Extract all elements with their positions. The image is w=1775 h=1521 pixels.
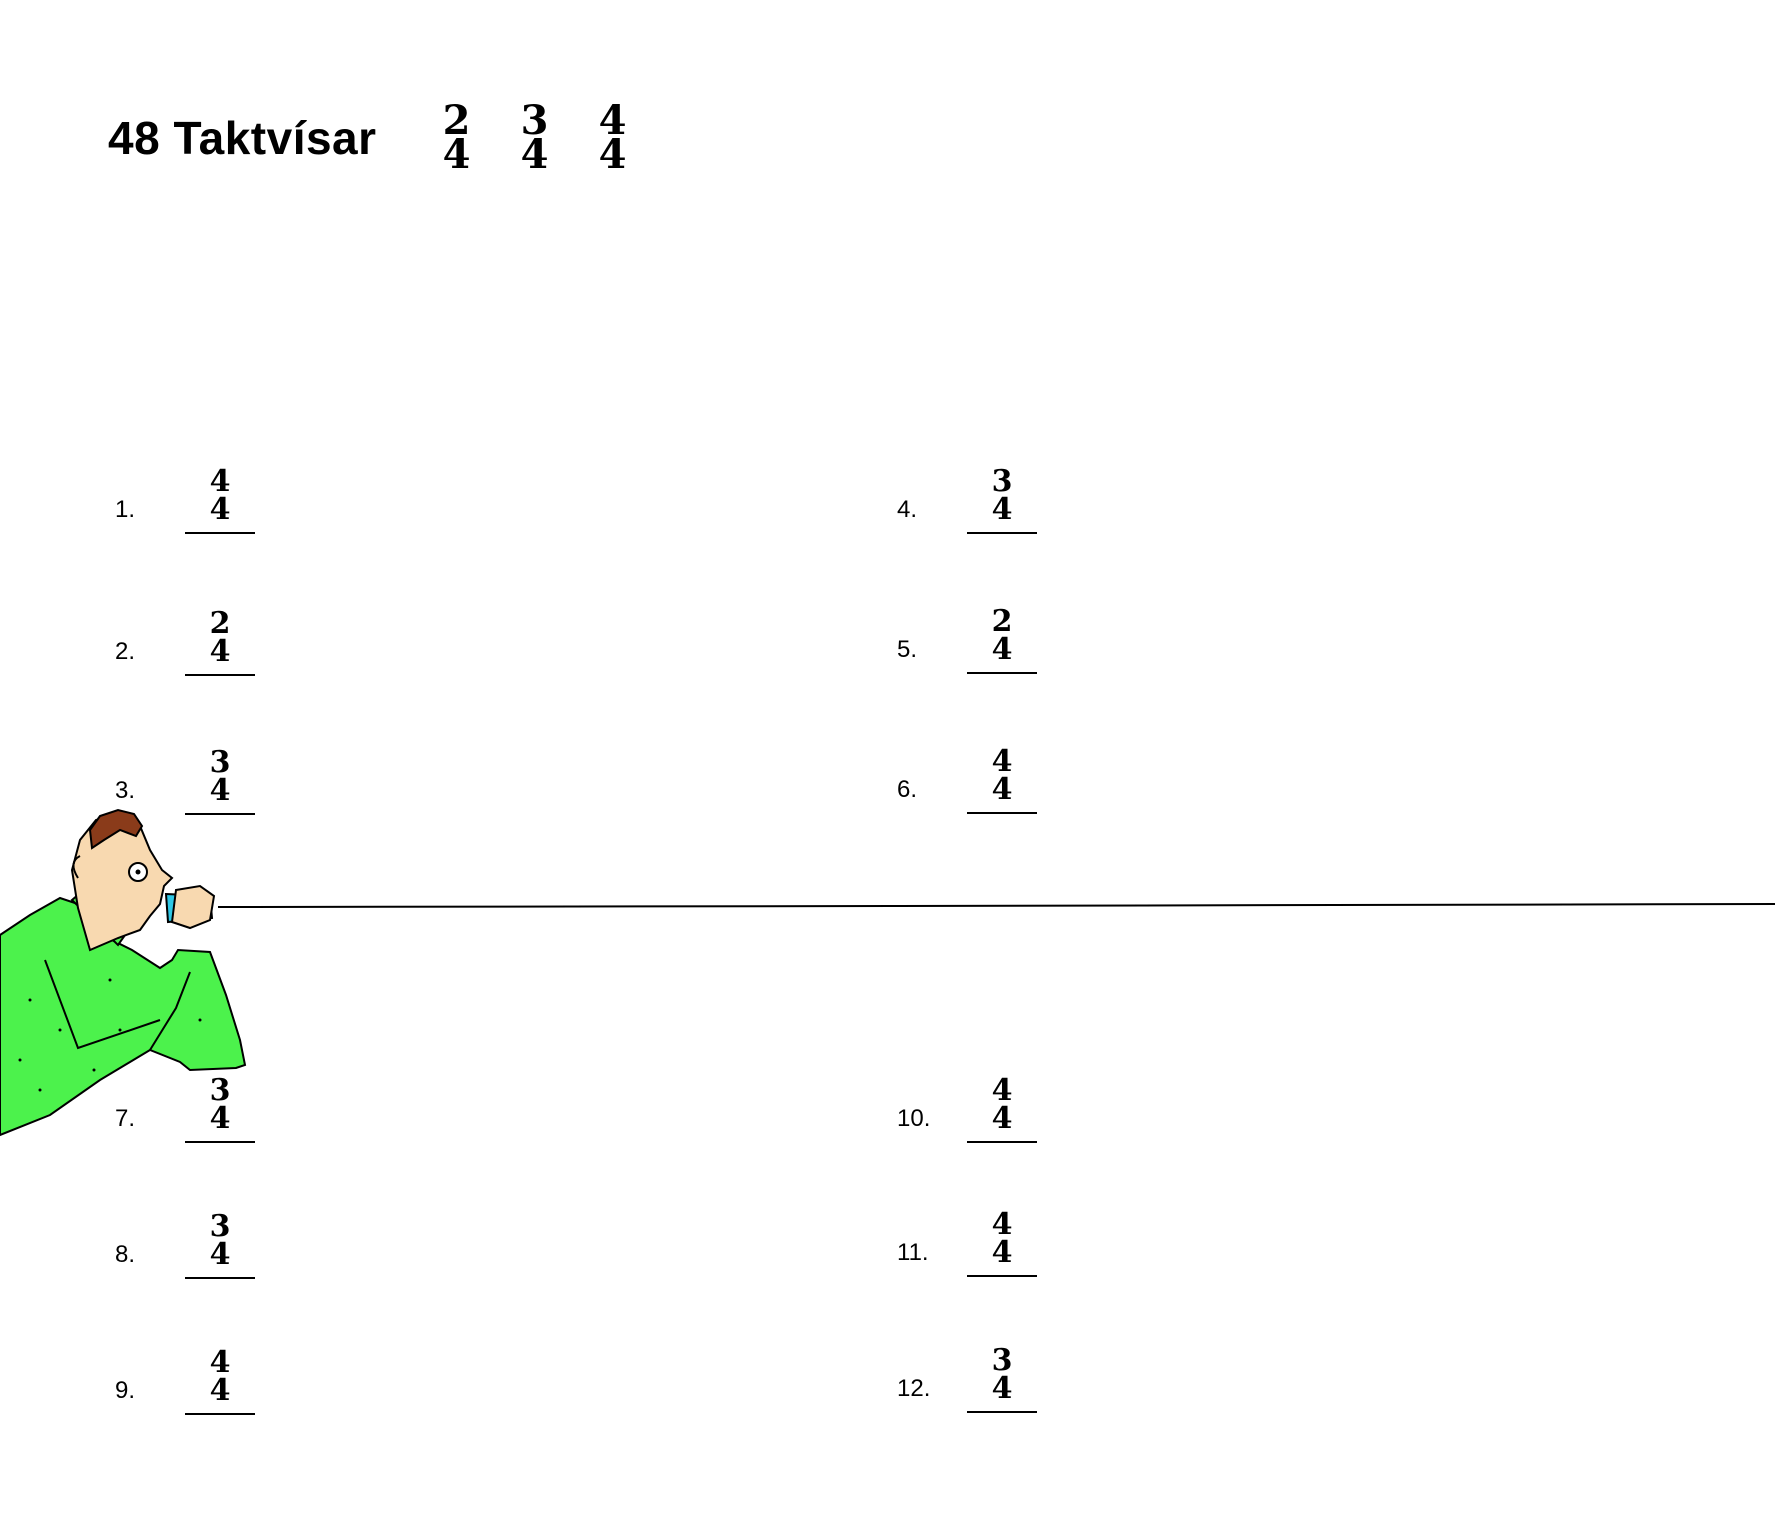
page-title: 48 Taktvísar <box>108 112 377 164</box>
title-time-signature: 3 4 <box>509 101 561 178</box>
time-signature: 3 4 <box>967 1346 1037 1406</box>
hand <box>170 884 216 930</box>
exercise-number: 5. <box>897 636 918 663</box>
tin-can-telephone-illustration <box>0 808 1775 1137</box>
exercise-number: 9. <box>115 1377 136 1404</box>
telephone-string <box>217 903 1775 908</box>
time-sig-bottom: 4 <box>209 1237 231 1272</box>
exercise-number: 8. <box>115 1241 136 1268</box>
time-signature: 4 4 <box>185 467 255 527</box>
exercise-number: 12. <box>897 1375 931 1402</box>
title-time-signature: 4 4 <box>587 101 639 178</box>
time-sig-bottom: 4 <box>991 492 1013 527</box>
time-signature: 2 4 <box>967 607 1037 667</box>
answer-line[interactable] <box>967 1275 1037 1277</box>
answer-line[interactable] <box>967 1411 1037 1413</box>
time-signature: 3 4 <box>185 748 255 806</box>
answer-line[interactable] <box>185 1413 255 1415</box>
pupil <box>135 869 141 875</box>
title-time-signature: 2 4 <box>431 101 483 178</box>
title-row: 48 Taktvísar 2 4 3 4 4 4 <box>108 98 665 178</box>
title-sig-bottom: 4 <box>520 131 549 178</box>
answer-line[interactable] <box>185 1141 255 1143</box>
title-sig-bottom: 4 <box>442 131 471 178</box>
time-signature: 3 4 <box>967 467 1037 527</box>
answer-line[interactable] <box>185 532 255 534</box>
time-sig-bottom: 4 <box>991 1371 1013 1406</box>
time-signature: 4 4 <box>967 1210 1037 1270</box>
answer-line[interactable] <box>967 672 1037 674</box>
exercise-number: 2. <box>115 638 136 665</box>
time-sig-bottom: 4 <box>209 634 231 669</box>
answer-line[interactable] <box>185 1277 255 1279</box>
time-signature: 4 4 <box>967 747 1037 805</box>
answer-line[interactable] <box>967 532 1037 534</box>
title-sig-bottom: 4 <box>598 131 627 178</box>
answer-line[interactable] <box>185 674 255 676</box>
time-signature: 4 4 <box>185 1348 255 1408</box>
time-sig-bottom: 4 <box>991 632 1013 667</box>
answer-line[interactable] <box>967 1141 1037 1143</box>
exercise-number: 1. <box>115 496 136 523</box>
time-signature: 2 4 <box>185 609 255 669</box>
time-sig-bottom: 4 <box>209 492 231 527</box>
time-sig-bottom: 4 <box>991 1235 1013 1270</box>
time-signature: 3 4 <box>185 1212 255 1272</box>
exercise-number: 4. <box>897 496 918 523</box>
face <box>70 812 174 952</box>
exercise-number: 11. <box>897 1239 929 1266</box>
time-sig-bottom: 4 <box>209 1373 231 1408</box>
